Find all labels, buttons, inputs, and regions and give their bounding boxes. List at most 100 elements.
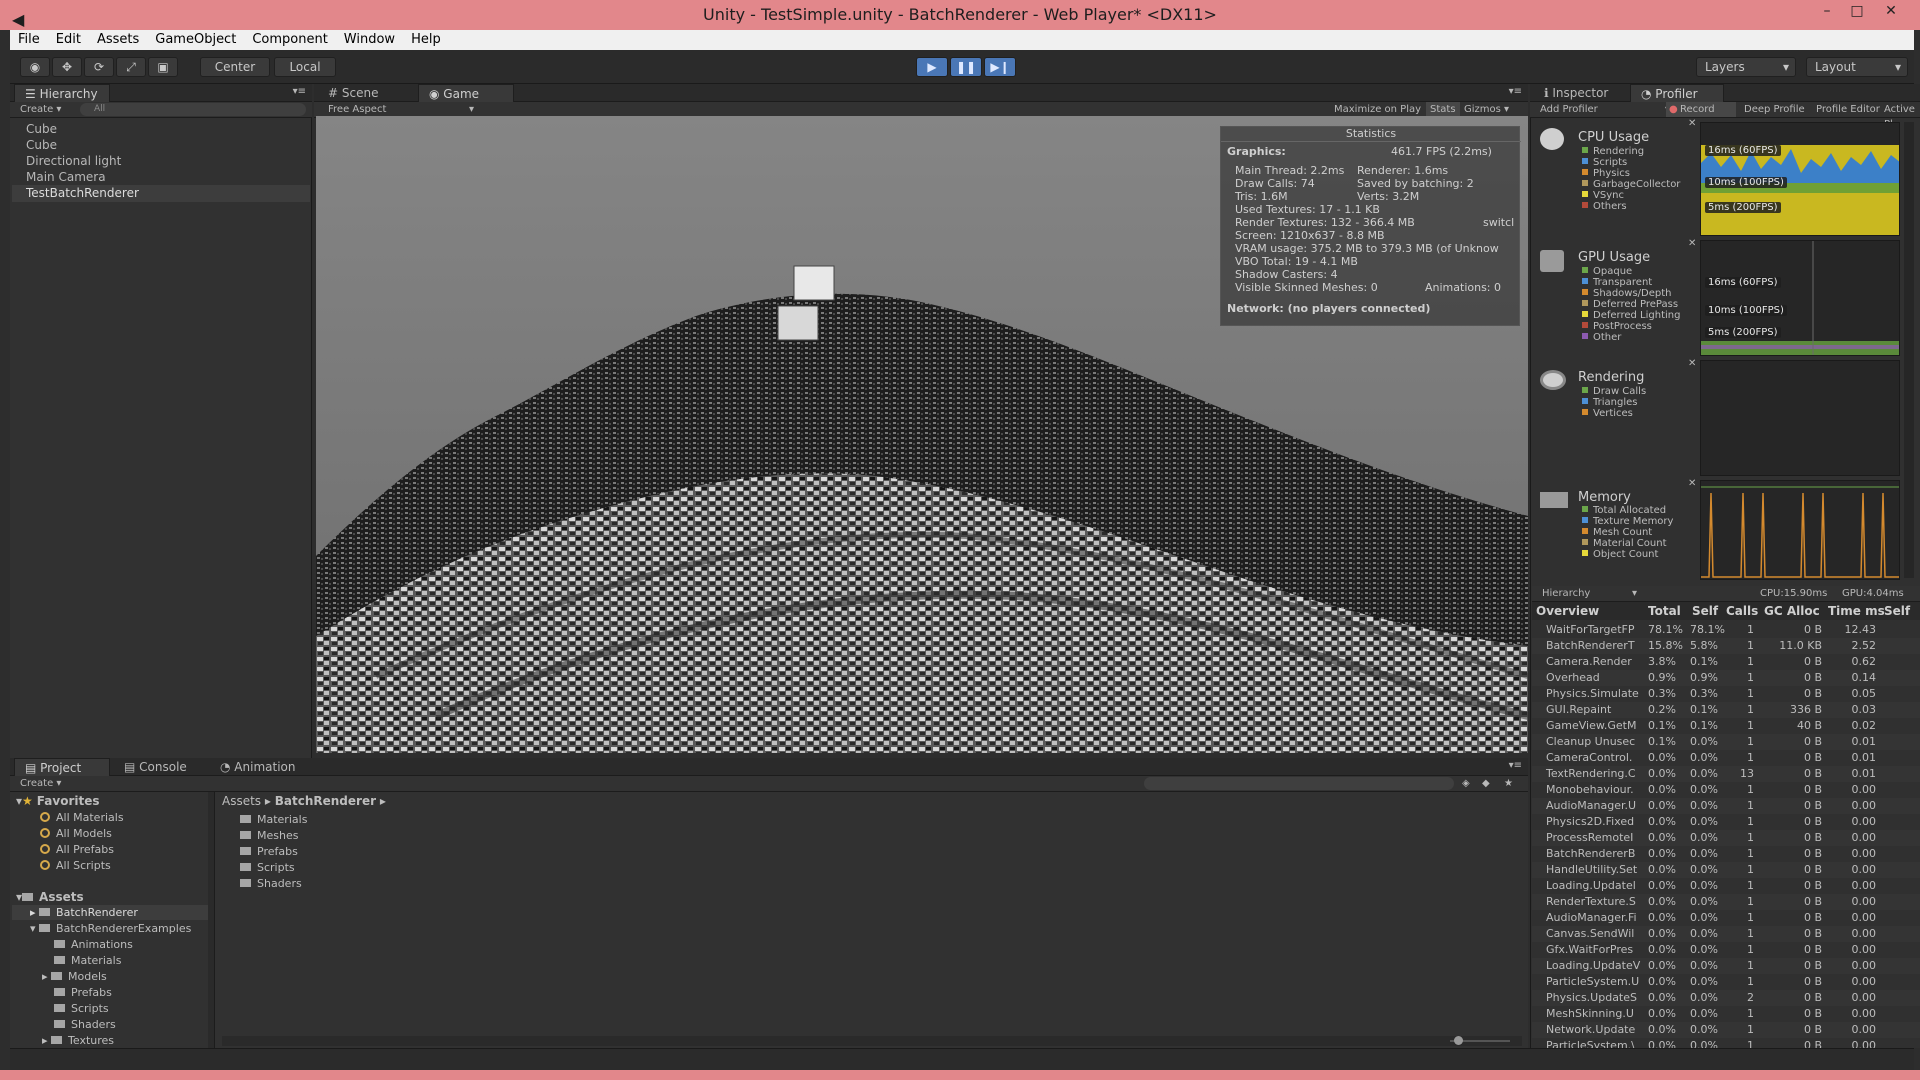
menu-file[interactable]: File xyxy=(10,30,48,50)
gpu-usage-label[interactable]: GPU Usage xyxy=(1578,250,1650,265)
cpu-usage-graph[interactable]: 16ms (60FPS) 10ms (100FPS) 5ms (200FPS) xyxy=(1700,122,1900,236)
close-icon[interactable]: ✕ xyxy=(1688,118,1696,129)
pause-button[interactable]: ❚❚ xyxy=(950,57,982,77)
tree-item-batchrendererexamples[interactable]: ▾ BatchRendererExamples xyxy=(30,922,191,935)
table-row[interactable]: Canvas.SendWil 0.0% 0.0% 1 0 B 0.00 xyxy=(1532,926,1920,942)
col-gc-alloc[interactable]: GC Alloc xyxy=(1764,604,1820,618)
menu-window[interactable]: Window xyxy=(336,30,403,50)
table-row[interactable]: Physics.Simulate 0.3% 0.3% 1 0 B 0.05 xyxy=(1532,686,1920,702)
panel-menu-icon[interactable]: ▾≡ xyxy=(293,86,306,97)
rect-tool-icon[interactable]: ▣ xyxy=(148,57,178,77)
tree-item-models[interactable]: ▸ Models xyxy=(42,970,107,983)
col-overview[interactable]: Overview xyxy=(1536,604,1599,618)
menu-assets[interactable]: Assets xyxy=(89,30,147,50)
table-row[interactable]: Gfx.WaitForPres 0.0% 0.0% 1 0 B 0.00 xyxy=(1532,942,1920,958)
hierarchy-create-dropdown[interactable]: Create ▾ xyxy=(20,102,61,117)
filter-type-icon[interactable]: ◈ xyxy=(1462,776,1470,791)
tree-item-scripts[interactable]: Scripts xyxy=(54,1002,109,1015)
tab-hierarchy[interactable]: ☰ Hierarchy xyxy=(14,84,110,102)
table-row[interactable]: ProcessRemoteI 0.0% 0.0% 1 0 B 0.00 xyxy=(1532,830,1920,846)
view-tool-eye-icon[interactable]: ◉ xyxy=(20,57,50,77)
stats-toggle[interactable]: Stats xyxy=(1426,102,1460,117)
table-row[interactable]: Camera.Render 3.8% 0.1% 1 0 B 0.62 xyxy=(1532,654,1920,670)
folder-item-scripts[interactable]: Scripts xyxy=(240,861,295,874)
folder-item-meshes[interactable]: Meshes xyxy=(240,829,298,842)
table-row[interactable]: TextRendering.C 0.0% 0.0% 13 0 B 0.01 xyxy=(1532,766,1920,782)
favorite-star-icon[interactable]: ★ xyxy=(1504,776,1513,791)
col-total[interactable]: Total xyxy=(1648,604,1681,618)
table-row[interactable]: BatchRendererB 0.0% 0.0% 1 0 B 0.00 xyxy=(1532,846,1920,862)
tab-console[interactable]: ▤ Console xyxy=(114,758,200,776)
tab-project[interactable]: ▤ Project xyxy=(14,758,110,776)
filter-label-icon[interactable]: ◆ xyxy=(1482,776,1490,791)
aspect-dropdown[interactable]: Free Aspect ▾ xyxy=(328,102,478,117)
hierarchy-item-cube-2[interactable]: Cube xyxy=(26,138,57,152)
tree-item-materials[interactable]: Materials xyxy=(54,954,121,967)
hierarchy-mode-dropdown[interactable]: Hierarchy xyxy=(1542,586,1590,601)
minimize-button[interactable]: – xyxy=(1812,0,1842,24)
table-row[interactable]: Overhead 0.9% 0.9% 1 0 B 0.14 xyxy=(1532,670,1920,686)
col-self-ms[interactable]: Self xyxy=(1884,604,1910,618)
favorites-header[interactable]: ▾★ Favorites xyxy=(16,794,100,808)
table-row[interactable]: RenderTexture.S 0.0% 0.0% 1 0 B 0.00 xyxy=(1532,894,1920,910)
profile-editor-toggle[interactable]: Profile Editor xyxy=(1816,102,1880,117)
rendering-label[interactable]: Rendering xyxy=(1578,370,1644,385)
tab-game[interactable]: ◉ Game xyxy=(418,84,514,102)
col-time-ms[interactable]: Time ms xyxy=(1828,604,1885,618)
table-row[interactable]: AudioManager.Fi 0.0% 0.0% 1 0 B 0.00 xyxy=(1532,910,1920,926)
panel-menu-icon[interactable]: ▾≡ xyxy=(1509,86,1522,97)
favorite-all-prefabs[interactable]: All Prefabs xyxy=(40,843,114,856)
assets-header[interactable]: ▾ Assets xyxy=(16,890,84,904)
step-button[interactable]: ▶❙ xyxy=(984,57,1016,77)
profiler-scrollbar[interactable] xyxy=(1904,122,1914,578)
play-button[interactable]: ▶ xyxy=(916,57,948,77)
table-row[interactable]: CameraControl. 0.0% 0.0% 1 0 B 0.01 xyxy=(1532,750,1920,766)
tab-scene[interactable]: # Scene xyxy=(318,84,408,102)
table-row[interactable]: GUI.Repaint 0.2% 0.1% 1 336 B 0.03 xyxy=(1532,702,1920,718)
icon-size-slider-handle[interactable] xyxy=(1454,1036,1463,1045)
rotate-tool-icon[interactable]: ⟳ xyxy=(84,57,114,77)
tab-animation[interactable]: ◔ Animation xyxy=(210,758,310,776)
breadcrumb-assets[interactable]: Assets xyxy=(222,794,261,808)
cpu-usage-label[interactable]: CPU Usage xyxy=(1578,130,1649,145)
favorite-all-models[interactable]: All Models xyxy=(40,827,112,840)
menu-gameobject[interactable]: GameObject xyxy=(147,30,244,50)
project-search-input[interactable] xyxy=(1144,777,1454,790)
memory-graph[interactable] xyxy=(1700,480,1900,580)
menu-component[interactable]: Component xyxy=(244,30,335,50)
gpu-usage-graph[interactable]: 16ms (60FPS) 10ms (100FPS) 5ms (200FPS) xyxy=(1700,240,1900,356)
tree-item-shaders[interactable]: Shaders xyxy=(54,1018,116,1031)
table-row[interactable]: Physics2D.Fixed 0.0% 0.0% 1 0 B 0.00 xyxy=(1532,814,1920,830)
menu-help[interactable]: Help xyxy=(403,30,449,50)
table-row[interactable]: BatchRendererT 15.8% 5.8% 1 11.0 KB 2.52 xyxy=(1532,638,1920,654)
layout-dropdown[interactable]: Layout ▾ xyxy=(1806,57,1908,77)
folder-item-prefabs[interactable]: Prefabs xyxy=(240,845,298,858)
close-icon[interactable]: ✕ xyxy=(1688,238,1696,249)
hierarchy-item-directional-light[interactable]: Directional light xyxy=(26,154,121,168)
breadcrumb-batchrenderer[interactable]: BatchRenderer xyxy=(275,794,376,808)
table-row[interactable]: Cleanup Unusec 0.1% 0.0% 1 0 B 0.01 xyxy=(1532,734,1920,750)
folder-item-materials[interactable]: Materials xyxy=(240,813,307,826)
maximize-on-play-toggle[interactable]: Maximize on Play xyxy=(1334,102,1421,117)
table-row[interactable]: Physics.UpdateS 0.0% 0.0% 2 0 B 0.00 xyxy=(1532,990,1920,1006)
move-tool-icon[interactable]: ✥ xyxy=(52,57,82,77)
layers-dropdown[interactable]: Layers ▾ xyxy=(1696,57,1796,77)
close-button[interactable]: ✕ xyxy=(1876,0,1906,24)
close-icon[interactable]: ✕ xyxy=(1688,478,1696,489)
rendering-graph[interactable] xyxy=(1700,360,1900,476)
table-row[interactable]: HandleUtility.Set 0.0% 0.0% 1 0 B 0.00 xyxy=(1532,862,1920,878)
col-self[interactable]: Self xyxy=(1692,604,1718,618)
tree-item-textures[interactable]: ▸ Textures xyxy=(42,1034,114,1047)
hierarchy-item-main-camera[interactable]: Main Camera xyxy=(26,170,106,184)
favorite-all-materials[interactable]: All Materials xyxy=(40,811,124,824)
table-row[interactable]: ParticleSystem.U 0.0% 0.0% 1 0 B 0.00 xyxy=(1532,974,1920,990)
tree-item-animations[interactable]: Animations xyxy=(54,938,133,951)
deep-profile-toggle[interactable]: Deep Profile xyxy=(1722,102,1805,117)
panel-menu-icon[interactable]: ▾≡ xyxy=(1509,760,1522,771)
favorite-all-scripts[interactable]: All Scripts xyxy=(40,859,111,872)
col-calls[interactable]: Calls xyxy=(1726,604,1758,618)
folder-item-shaders[interactable]: Shaders xyxy=(240,877,302,890)
table-row[interactable]: AudioManager.U 0.0% 0.0% 1 0 B 0.00 xyxy=(1532,798,1920,814)
project-create-dropdown[interactable]: Create ▾ xyxy=(20,776,61,791)
hierarchy-item-testbatchrenderer[interactable]: TestBatchRenderer xyxy=(26,186,139,200)
